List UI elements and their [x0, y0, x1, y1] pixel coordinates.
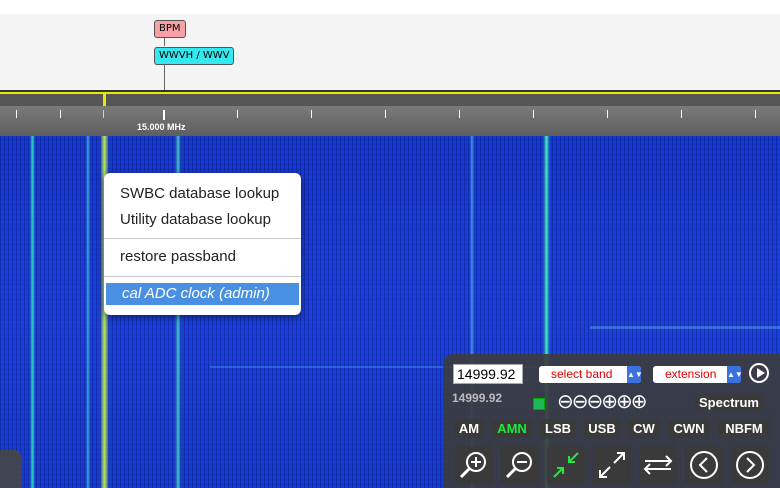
menu-item-cal-adc-clock[interactable]: cal ADC clock (admin): [106, 283, 299, 305]
tuning-marker[interactable]: [103, 94, 106, 106]
scale-tick: [459, 110, 460, 118]
scale-tick: [60, 110, 61, 118]
menu-item-swbc-lookup[interactable]: SWBC database lookup: [104, 183, 301, 205]
scale-tick: [237, 110, 238, 118]
mode-amn-button[interactable]: AMN: [492, 419, 532, 438]
scale-tick: [16, 110, 17, 118]
scale-tick: [163, 110, 165, 120]
select-arrows-icon: ▲▼: [627, 366, 643, 383]
step-left-button[interactable]: [685, 446, 723, 484]
zoom-max-icon: [599, 452, 625, 478]
extension-select-label: extension: [665, 367, 717, 381]
step-right-icon: [736, 451, 764, 479]
zoom-in-icon: [459, 452, 486, 479]
zoom-to-band-button[interactable]: [547, 446, 585, 484]
menu-divider: [104, 238, 301, 239]
scale-tick: [533, 110, 534, 118]
status-square-icon[interactable]: [533, 398, 545, 410]
mode-lsb-button[interactable]: LSB: [540, 419, 576, 438]
context-menu: SWBC database lookup Utility database lo…: [104, 173, 301, 315]
dx-label-area: [0, 14, 780, 90]
scale-tick: [385, 110, 386, 118]
passband-bar[interactable]: [0, 90, 780, 106]
step-left-icon: [690, 451, 718, 479]
scale-tick: [681, 110, 682, 118]
menu-item-utility-lookup[interactable]: Utility database lookup: [104, 209, 301, 231]
band-select-label: select band: [551, 367, 613, 381]
signal-trace: [86, 136, 90, 488]
mode-cwn-button[interactable]: CWN: [668, 419, 710, 438]
signal-trace: [30, 136, 35, 488]
step-right-button[interactable]: [731, 446, 769, 484]
control-panel: select band ▲▼ extension ▲▼ 14999.92 ⊖⊖⊖…: [443, 354, 780, 488]
mode-usb-button[interactable]: USB: [584, 419, 620, 438]
spectrum-button[interactable]: Spectrum: [695, 394, 763, 411]
mode-cw-button[interactable]: CW: [628, 419, 660, 438]
frequency-scale[interactable]: 15.000 MHz: [0, 106, 780, 136]
swap-icon: [643, 455, 673, 475]
mode-am-button[interactable]: AM: [454, 419, 484, 438]
scale-tick: [311, 110, 312, 118]
zoom-step-buttons[interactable]: ⊖⊖⊖⊕⊕⊕: [557, 392, 648, 412]
dx-connector: [164, 38, 165, 46]
frequency-input[interactable]: [453, 364, 523, 384]
dx-label-bpm[interactable]: BPM: [154, 20, 186, 38]
scale-tick: [103, 110, 104, 118]
zoom-out-icon: [505, 452, 532, 479]
dx-label-wwv[interactable]: WWVH / WWV: [154, 47, 235, 65]
scale-tick: [607, 110, 608, 118]
swap-button[interactable]: [639, 446, 677, 484]
mode-nbfm-button[interactable]: NBFM: [718, 419, 770, 438]
scale-tick: [755, 110, 756, 118]
select-arrows-icon: ▲▼: [727, 366, 743, 383]
menu-item-restore-passband[interactable]: restore passband: [104, 246, 301, 268]
menu-divider: [104, 276, 301, 277]
zoom-in-button[interactable]: [455, 446, 493, 484]
extension-select[interactable]: extension ▲▼: [653, 366, 743, 383]
dx-connector: [164, 64, 165, 90]
frequency-readout: 14999.92: [452, 391, 503, 405]
play-icon[interactable]: [749, 363, 769, 383]
top-strip: [0, 0, 780, 14]
signal-trace: [590, 326, 780, 329]
zoom-to-band-icon: [553, 452, 579, 478]
zoom-out-button[interactable]: [501, 446, 539, 484]
zoom-max-button[interactable]: [593, 446, 631, 484]
band-select[interactable]: select band ▲▼: [539, 366, 643, 383]
side-panel-tab[interactable]: [0, 450, 22, 488]
scale-label: 15.000 MHz: [137, 122, 186, 132]
